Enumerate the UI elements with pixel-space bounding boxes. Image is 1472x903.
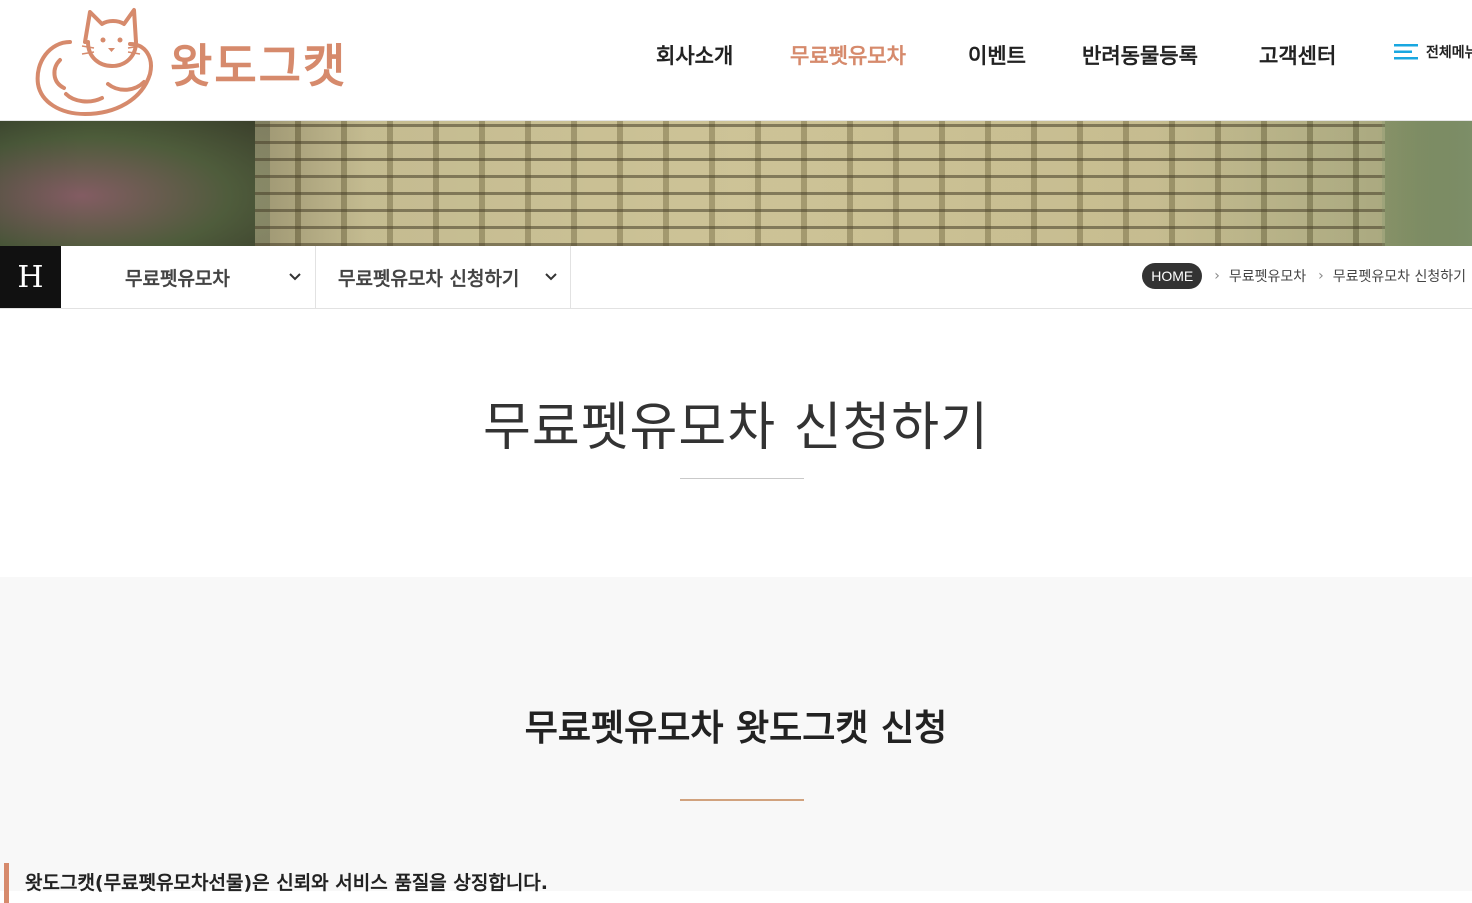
chevron-down-icon xyxy=(545,273,557,281)
banner-flowers xyxy=(0,121,270,246)
content-section: 무료펫유모차 왓도그캣 신청 왓도그캣(무료펫유모차선물)은 신뢰와 서비스 품… xyxy=(0,577,1472,903)
page-title: 무료펫유모차 신청하기 xyxy=(483,398,989,458)
section-divider xyxy=(680,799,804,801)
nav-event[interactable]: 이벤트 xyxy=(968,40,1026,70)
nav-pet-registration[interactable]: 반려동물등록 xyxy=(1082,40,1198,70)
nav-free-stroller[interactable]: 무료펫유모차 xyxy=(790,40,906,70)
dropdown-subpage[interactable]: 무료펫유모차 신청하기 xyxy=(316,246,571,308)
breadcrumb-level1[interactable]: 무료펫유모차 xyxy=(1229,266,1306,286)
nav-customer-center[interactable]: 고객센터 xyxy=(1259,40,1336,70)
nav-company[interactable]: 회사소개 xyxy=(656,40,733,70)
chevron-down-icon xyxy=(289,273,301,281)
hamburger-icon xyxy=(1394,44,1418,60)
all-menu-button[interactable]: 전체메뉴 xyxy=(1394,42,1472,62)
title-divider xyxy=(680,478,804,479)
banner-basket-weave xyxy=(255,121,1385,246)
main-nav: 회사소개 무료펫유모차 이벤트 반려동물등록 고객센터 xyxy=(0,40,1472,74)
intro-text: 왓도그캣(무료펫유모차선물)은 신뢰와 서비스 품질을 상징합니다. xyxy=(4,863,548,903)
chevron-right-icon: › xyxy=(1214,268,1220,284)
dropdown-category-label: 무료펫유모차 xyxy=(125,268,230,290)
sub-navigation-bar: H 무료펫유모차 무료펫유모차 신청하기 HOME › 무료펫유모차 › 무료펫… xyxy=(0,246,1472,309)
home-button[interactable]: H xyxy=(0,246,61,308)
breadcrumb-home[interactable]: HOME xyxy=(1142,263,1203,289)
sub-banner-image xyxy=(0,121,1472,246)
all-menu-label: 전체메뉴 xyxy=(1426,45,1472,61)
chevron-right-icon: › xyxy=(1318,268,1324,284)
section-title: 무료펫유모차 왓도그캣 신청 xyxy=(524,708,948,749)
breadcrumb-level2[interactable]: 무료펫유모차 신청하기 xyxy=(1333,266,1466,286)
dropdown-category[interactable]: 무료펫유모차 xyxy=(61,246,316,308)
site-header: 왓도그캣 회사소개 무료펫유모차 이벤트 반려동물등록 고객센터 전체메뉴 xyxy=(0,0,1472,121)
breadcrumb: HOME › 무료펫유모차 › 무료펫유모차 신청하기 xyxy=(1142,263,1466,289)
dropdown-subpage-label: 무료펫유모차 신청하기 xyxy=(338,268,520,290)
banner-foliage xyxy=(1382,121,1472,246)
